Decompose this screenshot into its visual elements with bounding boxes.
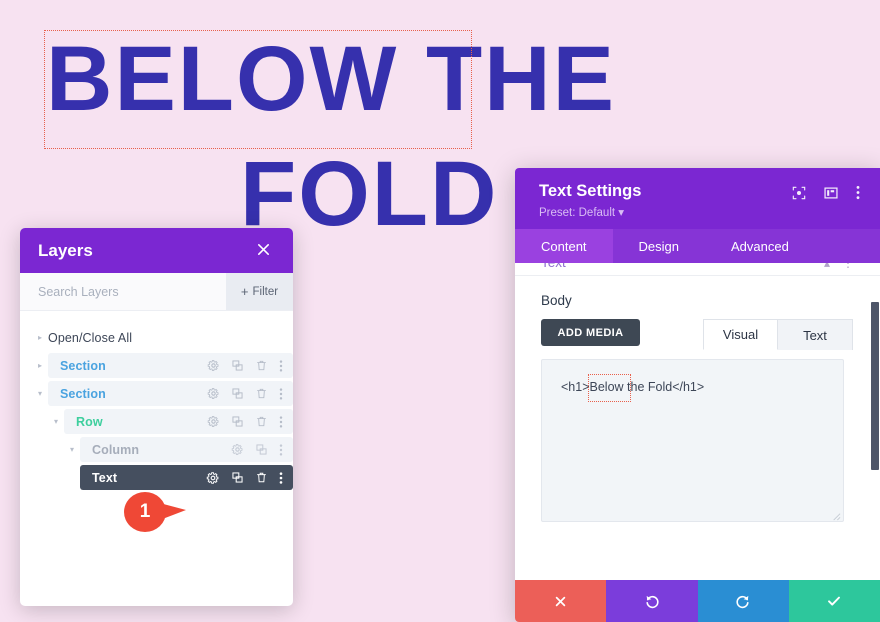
duplicate-icon[interactable] — [231, 471, 244, 484]
gear-icon[interactable] — [207, 415, 220, 428]
preset-label: Preset: Default — [539, 207, 616, 219]
layer-row-section-2[interactable]: ▾ Section — [32, 381, 293, 406]
trash-icon[interactable] — [255, 471, 268, 484]
more-icon[interactable] — [279, 443, 283, 457]
layer-label: Section — [60, 358, 106, 373]
close-icon[interactable] — [252, 240, 275, 262]
more-icon[interactable] — [279, 471, 283, 485]
layer-row-row[interactable]: ▾ Row — [48, 409, 293, 434]
more-vertical-icon[interactable] — [856, 185, 860, 205]
filter-label: Filter — [252, 285, 279, 298]
chevron-down-icon[interactable]: ▾ — [48, 417, 64, 426]
settings-panel-scrollbar[interactable] — [871, 302, 879, 470]
filter-button[interactable]: + Filter — [226, 273, 293, 310]
add-media-button[interactable]: ADD MEDIA — [541, 319, 640, 346]
more-icon[interactable] — [279, 415, 283, 429]
body-field-label: Body — [541, 293, 572, 308]
chevron-right-icon[interactable]: ▸ — [32, 361, 48, 370]
gear-icon[interactable] — [231, 443, 244, 456]
more-icon[interactable] — [279, 387, 283, 401]
tab-advanced[interactable]: Advanced — [705, 229, 815, 263]
hero-line-1-text: BELOW THE — [46, 28, 616, 130]
layers-search-bar: + Filter — [20, 273, 293, 311]
trash-icon[interactable] — [255, 359, 268, 372]
redo-button[interactable] — [697, 580, 789, 622]
layer-label: Column — [92, 442, 140, 457]
layers-panel: Layers + Filter ▸ Open/Close All ▸ — [20, 228, 293, 606]
trash-icon[interactable] — [255, 387, 268, 400]
layer-label: Row — [76, 414, 103, 429]
search-input[interactable] — [20, 273, 226, 310]
chevron-up-icon[interactable]: ▴ — [824, 263, 830, 270]
editor-tab-text[interactable]: Text — [778, 319, 853, 350]
editor-mode-toggle: Visual Text — [703, 319, 853, 350]
layers-panel-header: Layers — [20, 228, 293, 273]
settings-footer-actions — [515, 580, 880, 622]
chevron-down-icon: ▾ — [618, 207, 625, 219]
chevron-down-icon[interactable]: ▾ — [32, 389, 48, 398]
layer-label: Text — [92, 470, 118, 485]
open-close-all-label: Open/Close All — [48, 330, 133, 345]
duplicate-icon[interactable] — [231, 387, 244, 400]
resize-handle-icon[interactable] — [830, 508, 841, 521]
code-editor-value: <h1>Below the Fold</h1> — [561, 380, 705, 394]
modal-title: Text Settings — [539, 182, 642, 200]
layout-icon[interactable] — [824, 186, 838, 205]
layer-row-text[interactable]: Text — [80, 465, 293, 490]
more-icon[interactable] — [279, 359, 283, 373]
layer-label: Section — [60, 386, 106, 401]
chevron-down-icon[interactable]: ▾ — [64, 445, 80, 454]
layer-actions — [206, 471, 283, 485]
layer-actions — [207, 387, 283, 401]
section-header-actions: ▴ ⋮ — [824, 263, 854, 270]
settings-content-scroll: Text ▴ ⋮ Body ADD MEDIA Visual Text <h1>… — [515, 263, 880, 580]
section-header-label: Text — [541, 263, 566, 270]
duplicate-icon[interactable] — [231, 359, 244, 372]
text-settings-modal: Text Settings Preset: Default ▾ Content … — [515, 168, 880, 622]
layer-row-column[interactable]: ▾ Column — [64, 437, 293, 462]
cancel-button[interactable] — [515, 580, 607, 622]
redo-icon — [735, 593, 751, 609]
undo-icon — [644, 593, 660, 609]
page-canvas: BELOW THE FOLD Layers + Filter ▸ — [0, 0, 880, 622]
layer-actions — [231, 443, 283, 457]
gear-icon[interactable] — [207, 387, 220, 400]
focus-icon[interactable] — [792, 186, 806, 205]
layers-tree: ▸ Open/Close All ▸ Section ▾ Section ▾ R… — [20, 311, 293, 490]
plus-icon: + — [240, 284, 249, 299]
settings-modal-header: Text Settings Preset: Default ▾ — [515, 168, 880, 229]
layer-row-open-close-all[interactable]: ▸ Open/Close All — [20, 325, 293, 350]
settings-tabs: Content Design Advanced — [515, 229, 880, 263]
tab-design[interactable]: Design — [613, 229, 705, 263]
tab-content[interactable]: Content — [515, 229, 613, 263]
settings-header-actions — [792, 181, 860, 205]
more-icon[interactable]: ⋮ — [842, 263, 854, 270]
preset-selector[interactable]: Preset: Default ▾ — [539, 205, 641, 219]
trash-icon[interactable] — [255, 415, 268, 428]
gear-icon[interactable] — [206, 471, 220, 485]
duplicate-icon[interactable] — [255, 443, 268, 456]
layer-actions — [207, 415, 283, 429]
editor-tab-visual[interactable]: Visual — [703, 319, 778, 350]
save-button[interactable] — [788, 580, 880, 622]
section-header-text[interactable]: Text ▴ ⋮ — [515, 263, 880, 276]
chevron-right-icon[interactable]: ▸ — [32, 333, 48, 342]
duplicate-icon[interactable] — [231, 415, 244, 428]
layers-panel-title: Layers — [38, 240, 93, 260]
gear-icon[interactable] — [207, 359, 220, 372]
checkmark-icon — [826, 593, 842, 609]
undo-button[interactable] — [606, 580, 698, 622]
x-icon — [554, 595, 567, 608]
hero-line-1: BELOW THE — [40, 22, 622, 137]
settings-header-titles: Text Settings Preset: Default ▾ — [539, 181, 641, 219]
code-editor-textarea[interactable]: <h1>Below the Fold</h1> — [541, 359, 844, 522]
layer-actions — [207, 359, 283, 373]
layer-row-section-1[interactable]: ▸ Section — [32, 353, 293, 378]
